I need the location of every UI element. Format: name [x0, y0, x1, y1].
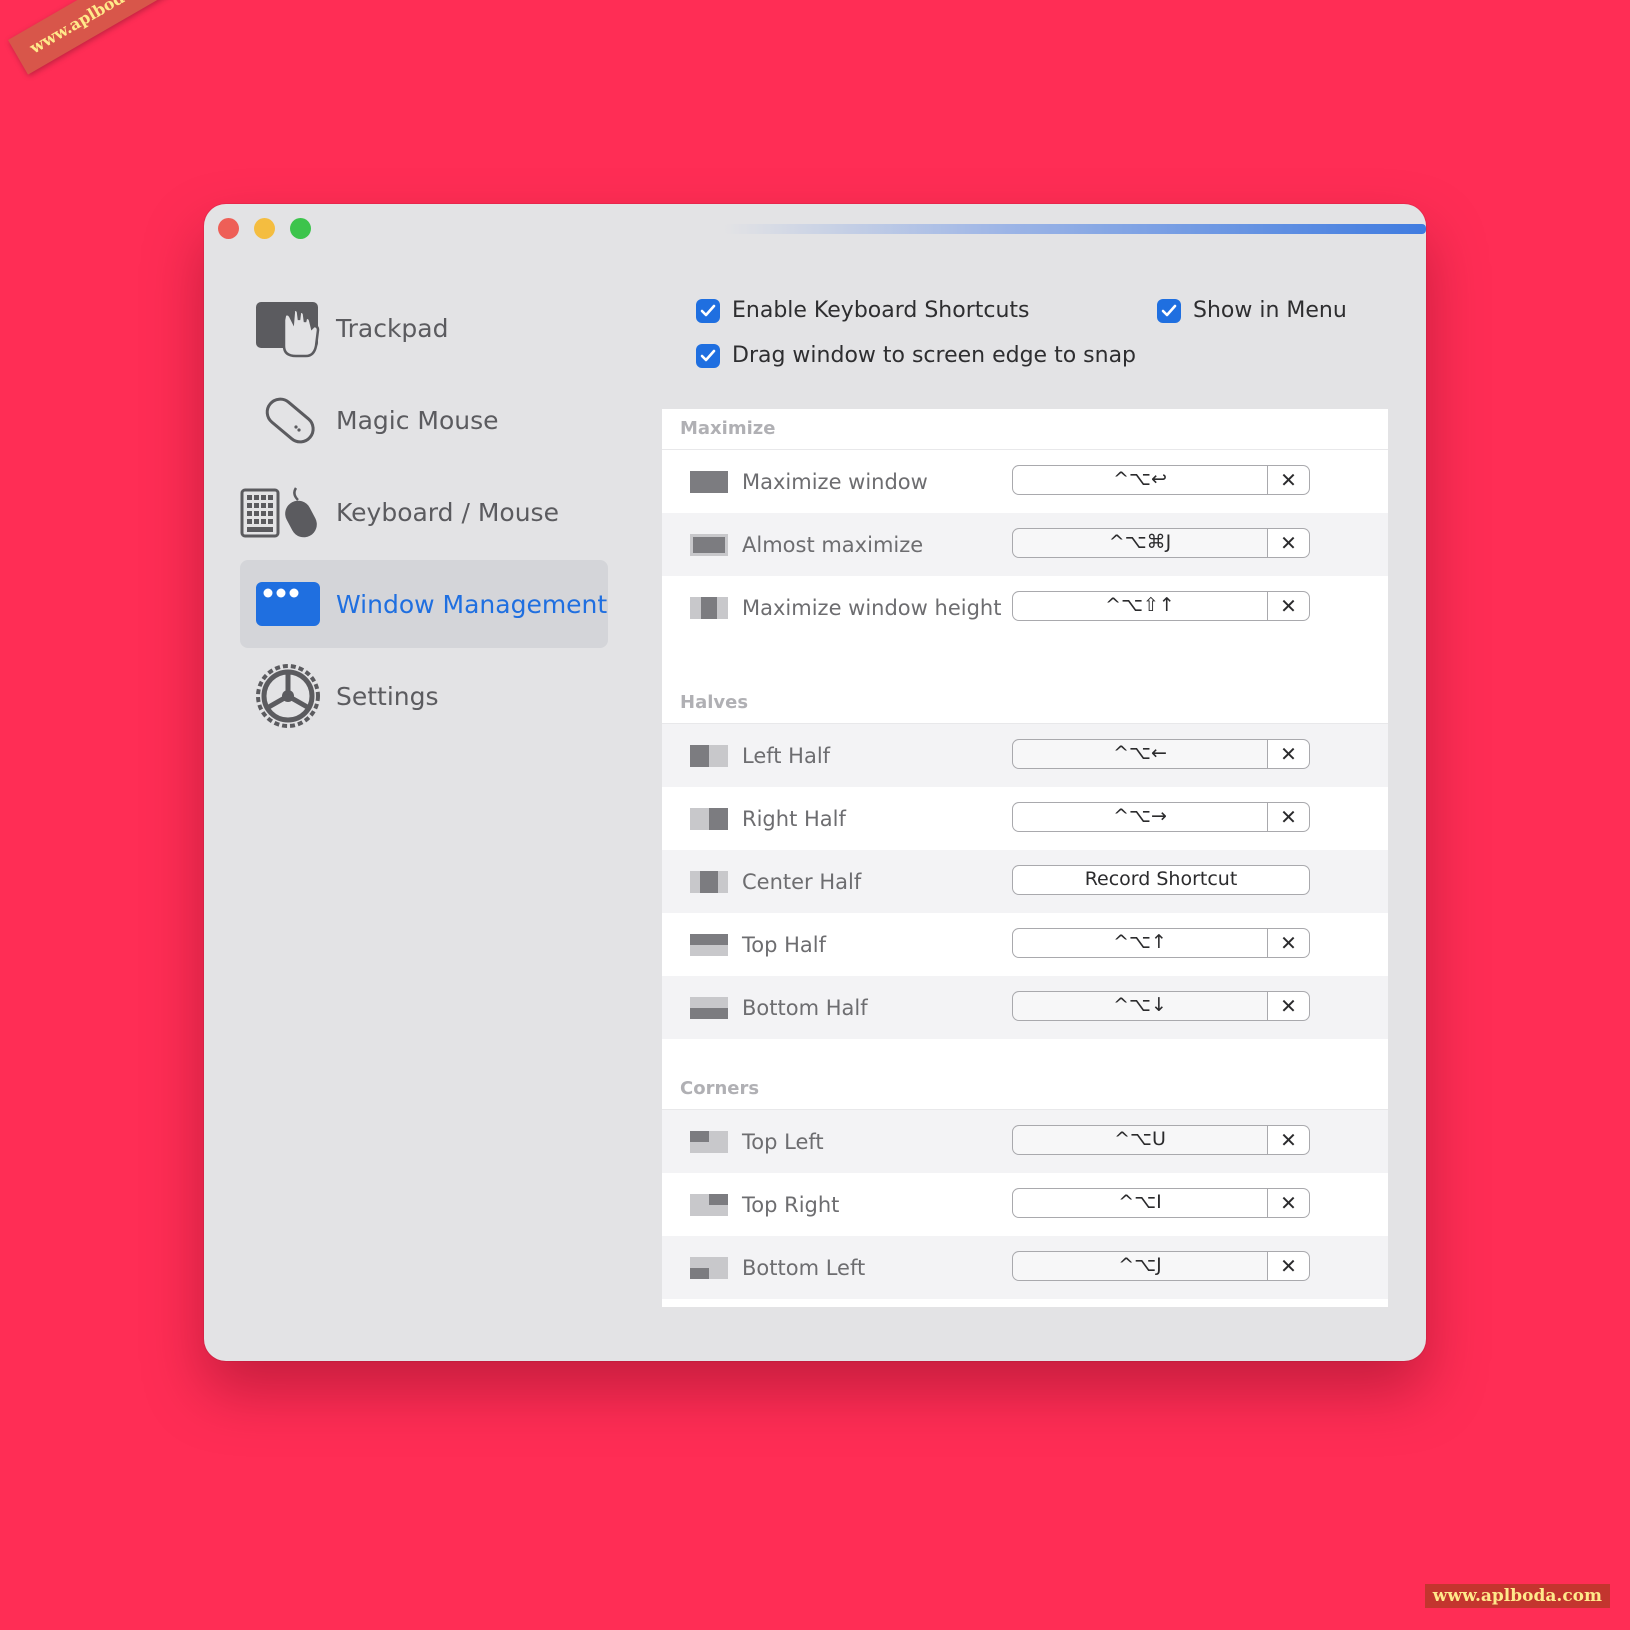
section-title-corners: Corners [662, 1069, 1388, 1110]
section-title-maximize: Maximize [662, 409, 1388, 450]
top-left-icon [690, 1130, 728, 1153]
row-label: Maximize window [742, 469, 928, 494]
shortcut-row-almost-maximize: Almost maximize ^⌥⌘J ✕ [662, 513, 1388, 576]
row-label: Bottom Left [742, 1255, 866, 1280]
watermark-bottom: www.aplboda.com [1424, 1584, 1610, 1608]
section-title-halves: Halves [662, 683, 1388, 724]
drag-snap-checkbox[interactable]: Drag window to screen edge to snap [696, 343, 1136, 368]
row-label: Top Half [742, 932, 826, 957]
keyboard-mouse-icon [240, 476, 324, 548]
sidebar-item-label: Window Management [336, 589, 608, 619]
sidebar-item-label: Trackpad [336, 313, 449, 343]
shortcut-row-maximize-window: Maximize window ^⌥↩ ✕ [662, 450, 1388, 513]
maximize-height-icon [690, 596, 728, 619]
checkbox-label: Enable Keyboard Shortcuts [732, 298, 1030, 323]
row-label: Almost maximize [742, 532, 924, 557]
left-half-icon [690, 744, 728, 767]
sidebar-item-window-management[interactable]: Window Management [240, 560, 608, 648]
sidebar-item-keyboard-mouse[interactable]: Keyboard / Mouse [240, 468, 608, 556]
shortcut-row-center-half: Center Half Record Shortcut [662, 850, 1388, 913]
shortcut-field[interactable]: ^⌥⌘J [1012, 528, 1268, 558]
enable-shortcuts-checkbox[interactable]: Enable Keyboard Shortcuts [696, 298, 1030, 323]
sidebar-item-magic-mouse[interactable]: Magic Mouse [240, 376, 608, 464]
clear-shortcut-button[interactable]: ✕ [1268, 928, 1310, 958]
magic-mouse-icon [252, 384, 324, 456]
checkmark-icon [696, 343, 720, 368]
shortcut-field[interactable]: ^⌥← [1012, 739, 1268, 769]
almost-maximize-icon [690, 533, 728, 556]
options-area: Enable Keyboard Shortcuts Show in Menu D… [662, 284, 1392, 404]
clear-shortcut-button[interactable]: ✕ [1268, 1251, 1310, 1281]
row-label: Top Left [742, 1129, 824, 1154]
clear-shortcut-button[interactable]: ✕ [1268, 991, 1310, 1021]
checkmark-icon [696, 298, 720, 323]
watermark-text: www.aplboda.com [26, 0, 174, 58]
checkbox-label: Drag window to screen edge to snap [732, 343, 1137, 368]
row-label: Right Half [742, 806, 846, 831]
shortcut-row-top-half: Top Half ^⌥↑ ✕ [662, 913, 1388, 976]
shortcut-row-bottom-left: Bottom Left ^⌥J ✕ [662, 1236, 1388, 1299]
shortcut-row-left-half: Left Half ^⌥← ✕ [662, 724, 1388, 787]
shortcut-field[interactable]: ^⌥↓ [1012, 991, 1268, 1021]
watermark-ribbon: www.aplboda.com [8, 0, 193, 75]
shortcut-field[interactable]: ^⌥⇧↑ [1012, 591, 1268, 621]
shortcut-field[interactable]: ^⌥↑ [1012, 928, 1268, 958]
shortcut-field[interactable]: ^⌥U [1012, 1125, 1268, 1155]
sidebar-item-label: Keyboard / Mouse [336, 497, 559, 527]
clear-shortcut-button[interactable]: ✕ [1268, 465, 1310, 495]
show-in-menu-checkbox[interactable]: Show in Menu [1157, 298, 1347, 323]
shortcut-field[interactable]: ^⌥I [1012, 1188, 1268, 1218]
clear-shortcut-button[interactable]: ✕ [1268, 1188, 1310, 1218]
row-label: Left Half [742, 743, 831, 768]
main-content: Enable Keyboard Shortcuts Show in Menu D… [662, 284, 1392, 1307]
clear-shortcut-button[interactable]: ✕ [1268, 1125, 1310, 1155]
shortcuts-panel: Maximize Maximize window ^⌥↩ ✕ Almost ma… [662, 409, 1388, 1307]
zoom-button[interactable] [290, 218, 311, 239]
checkmark-icon [1157, 298, 1181, 323]
sidebar-item-label: Settings [336, 681, 439, 711]
gear-icon [252, 660, 324, 732]
top-right-icon [690, 1193, 728, 1216]
row-label: Bottom Half [742, 995, 868, 1020]
record-shortcut-button[interactable]: Record Shortcut [1012, 865, 1310, 895]
right-half-icon [690, 807, 728, 830]
shortcut-row-maximize-height: Maximize window height ^⌥⇧↑ ✕ [662, 576, 1388, 639]
sidebar: Trackpad Magic Mouse Keyboard / Mouse Wi… [240, 284, 608, 744]
shortcut-row-top-left: Top Left ^⌥U ✕ [662, 1110, 1388, 1173]
shortcut-field[interactable]: ^⌥J [1012, 1251, 1268, 1281]
row-label: Maximize window height [742, 595, 1002, 620]
close-button[interactable] [218, 218, 239, 239]
clear-shortcut-button[interactable]: ✕ [1268, 528, 1310, 558]
clear-shortcut-button[interactable]: ✕ [1268, 739, 1310, 769]
sidebar-item-trackpad[interactable]: Trackpad [240, 284, 608, 372]
row-label: Top Right [742, 1192, 840, 1217]
clear-shortcut-button[interactable]: ✕ [1268, 802, 1310, 832]
checkbox-label: Show in Menu [1193, 298, 1347, 323]
shortcut-field[interactable]: ^⌥↩ [1012, 465, 1268, 495]
bottom-left-icon [690, 1256, 728, 1279]
window-management-icon [252, 568, 324, 640]
shortcut-row-bottom-half: Bottom Half ^⌥↓ ✕ [662, 976, 1388, 1039]
bottom-half-icon [690, 996, 728, 1019]
titlebar-highlight [724, 224, 1426, 234]
clear-shortcut-button[interactable]: ✕ [1268, 591, 1310, 621]
shortcut-field[interactable]: ^⌥→ [1012, 802, 1268, 832]
center-half-icon [690, 870, 728, 893]
shortcut-row-right-half: Right Half ^⌥→ ✕ [662, 787, 1388, 850]
shortcut-row-top-right: Top Right ^⌥I ✕ [662, 1173, 1388, 1236]
app-window: Trackpad Magic Mouse Keyboard / Mouse Wi… [204, 204, 1426, 1361]
sidebar-item-settings[interactable]: Settings [240, 652, 608, 740]
sidebar-item-label: Magic Mouse [336, 405, 499, 435]
minimize-button[interactable] [254, 218, 275, 239]
row-label: Center Half [742, 869, 862, 894]
top-half-icon [690, 933, 728, 956]
trackpad-hand-icon [252, 292, 324, 364]
maximize-icon [690, 470, 728, 493]
window-controls [218, 218, 311, 239]
